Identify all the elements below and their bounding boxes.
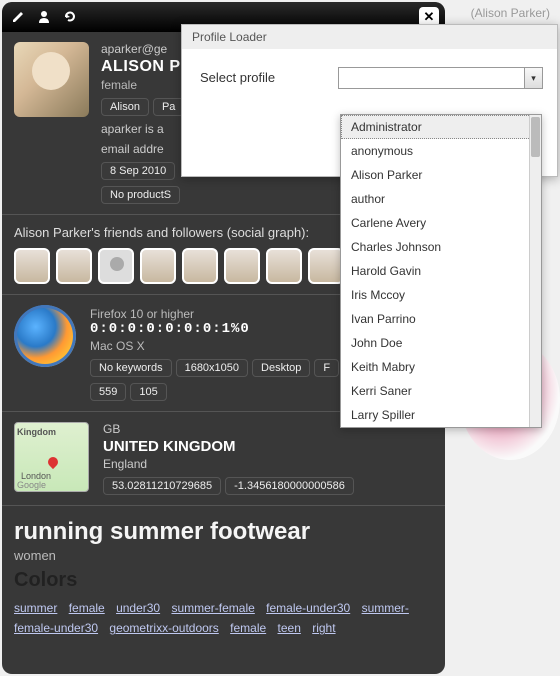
search-subtitle: women: [14, 548, 433, 563]
segment-link[interactable]: right: [312, 621, 335, 635]
profile-combobox-input[interactable]: [339, 68, 522, 88]
dropdown-option[interactable]: Carlene Avery: [341, 211, 541, 235]
dropdown-option[interactable]: Iris Mccoy: [341, 283, 541, 307]
segment-links: summer female under30 summer-female fema…: [14, 598, 433, 639]
segment-link[interactable]: under30: [116, 601, 160, 615]
tech-tag: 1680x1050: [176, 359, 248, 377]
tech-tag: Desktop: [252, 359, 310, 377]
lon-tag: -1.3456180000000586: [225, 477, 354, 495]
name-tag: Alison: [101, 98, 149, 116]
chevron-down-icon[interactable]: ▾: [524, 68, 542, 88]
dropdown-option[interactable]: Larry Spiller: [341, 403, 541, 427]
dropdown-option[interactable]: Kerri Saner: [341, 379, 541, 403]
reset-icon[interactable]: [60, 7, 80, 27]
segment-link[interactable]: female: [230, 621, 266, 635]
friend-avatar[interactable]: [266, 248, 302, 284]
colors-heading: Colors: [14, 569, 433, 592]
friend-avatar[interactable]: [224, 248, 260, 284]
select-profile-label: Select profile: [200, 67, 320, 85]
firefox-icon: [14, 305, 76, 367]
profile-combobox[interactable]: ▾: [338, 67, 543, 89]
country-code: GB: [103, 422, 354, 436]
current-profile-indicator: (Alison Parker): [471, 6, 550, 20]
map-thumbnail[interactable]: Kingdom London Google: [14, 422, 89, 492]
name-tag: Pa: [153, 98, 184, 116]
dropdown-option[interactable]: Harold Gavin: [341, 259, 541, 283]
dropdown-option[interactable]: author: [341, 187, 541, 211]
segment-link[interactable]: summer-female: [171, 601, 254, 615]
search-section: running summer footwear women Colors sum…: [2, 506, 445, 651]
profile-avatar: [14, 42, 89, 117]
segment-link[interactable]: teen: [278, 621, 301, 635]
lat-tag: 53.02811210729685: [103, 477, 221, 495]
friend-avatar[interactable]: [56, 248, 92, 284]
friend-avatar[interactable]: [308, 248, 344, 284]
os-label: Mac OS X: [90, 339, 339, 353]
ip-address: 0:0:0:0:0:0:0:1%0: [90, 321, 339, 337]
region-name: England: [103, 457, 354, 471]
tech-tag: 559: [90, 383, 126, 401]
segment-link[interactable]: female-under30: [266, 601, 350, 615]
segment-link[interactable]: geometrixx-outdoors: [109, 621, 218, 635]
search-title: running summer footwear: [14, 518, 433, 546]
tech-tag: F: [314, 359, 339, 377]
friend-avatar[interactable]: [98, 248, 134, 284]
friend-avatar[interactable]: [182, 248, 218, 284]
friend-avatar[interactable]: [140, 248, 176, 284]
scrollbar-thumb[interactable]: [531, 117, 540, 157]
segment-link[interactable]: summer: [14, 601, 57, 615]
edit-icon[interactable]: [8, 7, 28, 27]
map-credit: Google: [17, 480, 46, 490]
country-name: UNITED KINGDOM: [103, 438, 354, 455]
dropdown-option[interactable]: John Doe: [341, 331, 541, 355]
browser-label: Firefox 10 or higher: [90, 307, 339, 321]
friend-avatar[interactable]: [14, 248, 50, 284]
dropdown-scrollbar[interactable]: [529, 115, 541, 427]
segment-link[interactable]: female: [69, 601, 105, 615]
dropdown-option[interactable]: anonymous: [341, 139, 541, 163]
dropdown-option[interactable]: Alison Parker: [341, 163, 541, 187]
dropdown-option[interactable]: Keith Mabry: [341, 355, 541, 379]
dialog-title: Profile Loader: [182, 25, 557, 49]
profile-products-tag: No productS: [101, 186, 180, 204]
map-label-kingdom: Kingdom: [17, 427, 56, 437]
dropdown-option[interactable]: Administrator: [341, 115, 541, 139]
dropdown-option[interactable]: Ivan Parrino: [341, 307, 541, 331]
map-pin-icon: [46, 455, 60, 469]
profile-date-tag: 8 Sep 2010: [101, 162, 175, 180]
person-icon[interactable]: [34, 7, 54, 27]
tech-tag: 105: [130, 383, 166, 401]
profile-dropdown-list[interactable]: AdministratoranonymousAlison Parkerautho…: [340, 114, 542, 428]
tech-tag: No keywords: [90, 359, 172, 377]
dropdown-option[interactable]: Charles Johnson: [341, 235, 541, 259]
